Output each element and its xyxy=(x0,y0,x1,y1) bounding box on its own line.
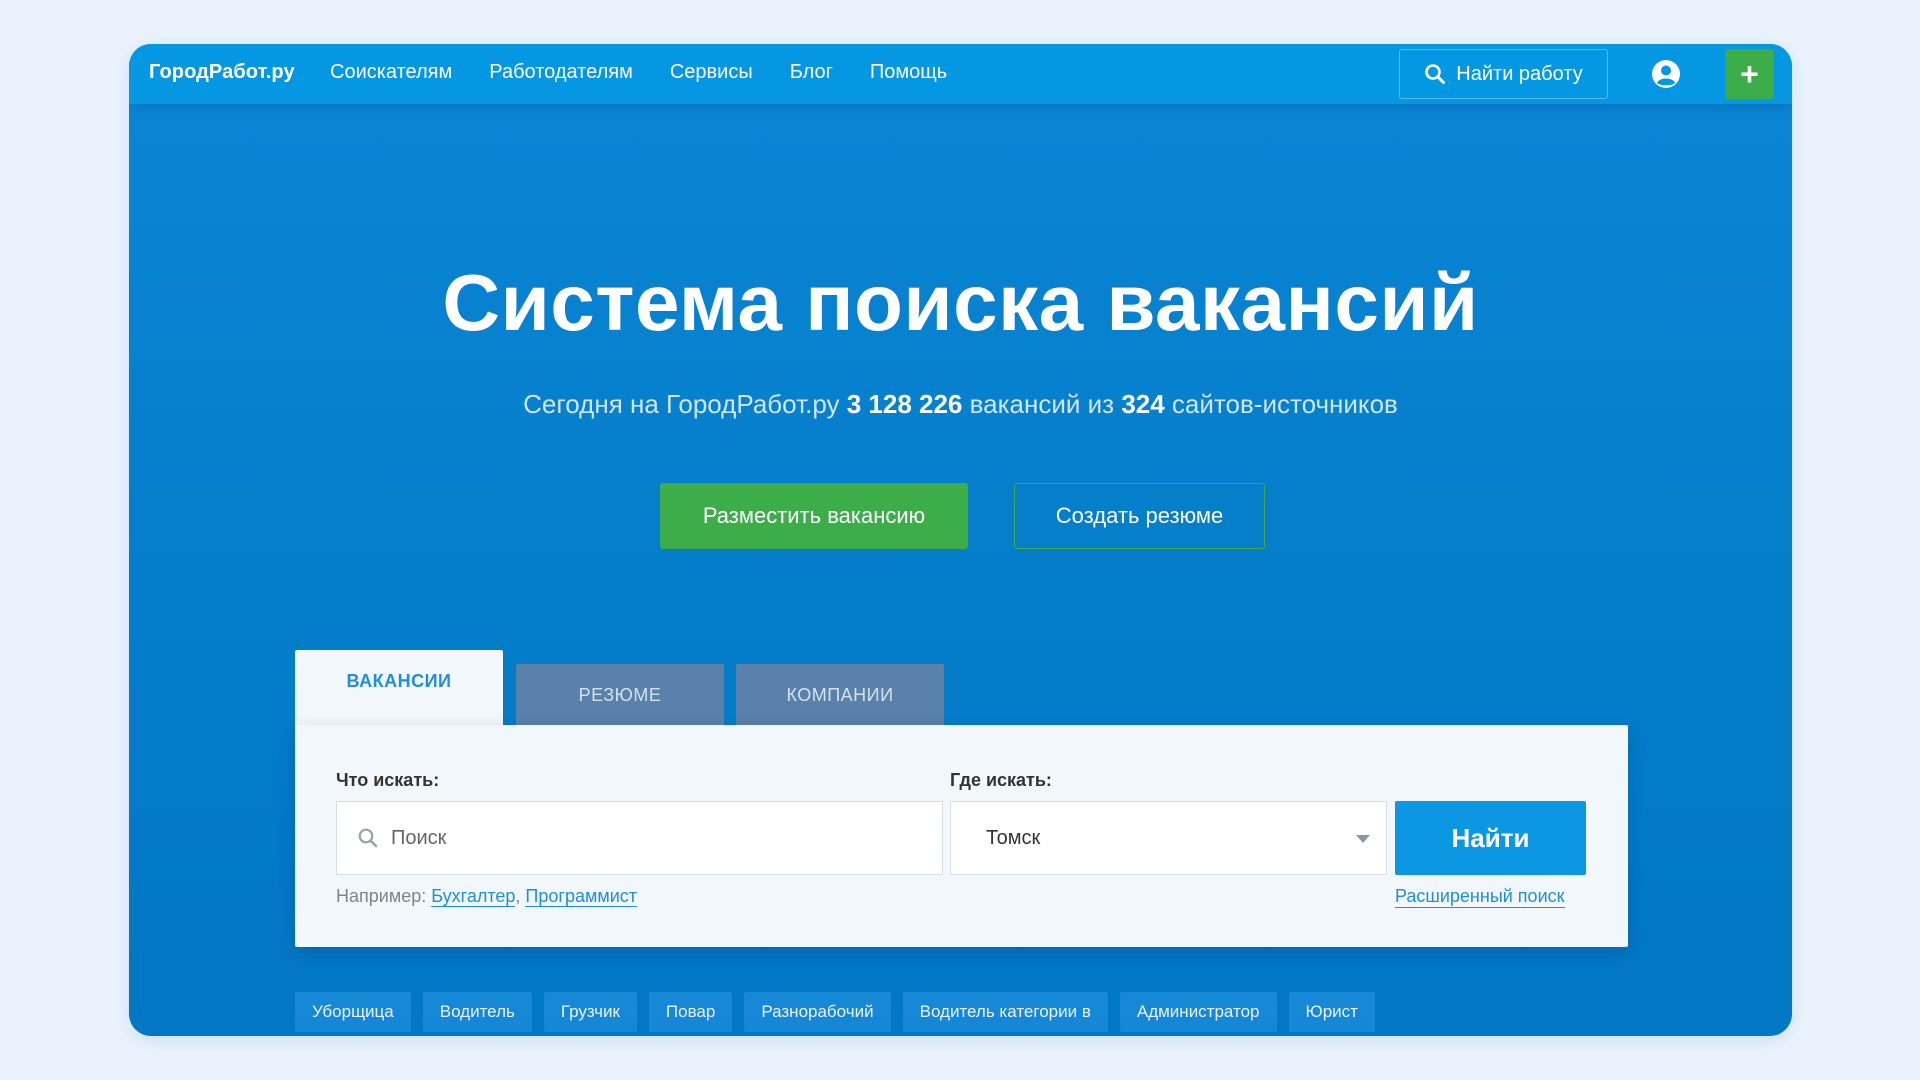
tag-chip[interactable]: Повар xyxy=(648,992,733,1032)
add-button[interactable]: + xyxy=(1725,49,1774,99)
what-label: Что искать: xyxy=(336,770,440,790)
main-nav: Соискателям Работодателям Сервисы Блог П… xyxy=(330,61,984,84)
tab-vacancies[interactable]: ВАКАНСИИ xyxy=(295,650,503,726)
nav-link-services[interactable]: Сервисы xyxy=(670,61,753,84)
tag-chip[interactable]: Грузчик xyxy=(543,992,637,1032)
subtitle-prefix: Сегодня на ГородРабот.ру xyxy=(523,389,847,419)
search-icon xyxy=(358,828,378,848)
plus-icon: + xyxy=(1740,56,1759,92)
subtitle-middle: вакансий из xyxy=(962,389,1122,419)
examples-separator: , xyxy=(515,886,526,906)
find-button[interactable]: Найти xyxy=(1395,801,1586,875)
browser-page: ГородРабот.ру Соискателям Работодателям … xyxy=(129,44,1792,1036)
where-label: Где искать: xyxy=(950,770,1052,790)
site-logo[interactable]: ГородРабот.ру xyxy=(149,61,295,84)
find-job-label: Найти работу xyxy=(1456,62,1583,85)
tab-companies[interactable]: КОМПАНИИ xyxy=(736,664,944,726)
subtitle-suffix: сайтов-источников xyxy=(1164,389,1398,419)
top-navbar: ГородРабот.ру Соискателям Работодателям … xyxy=(129,44,1792,104)
chevron-down-icon xyxy=(1356,835,1370,843)
tag-chip[interactable]: Водитель категории в xyxy=(902,992,1108,1032)
example-link-programmer[interactable]: Программист xyxy=(525,886,638,907)
nav-link-employers[interactable]: Работодателям xyxy=(489,61,633,84)
advanced-search-link[interactable]: Расширенный поиск xyxy=(1395,886,1565,908)
search-panel: Что искать: Где искать: Томск Найти Напр… xyxy=(295,725,1628,947)
nav-link-help[interactable]: Помощь xyxy=(870,61,947,84)
nav-link-blog[interactable]: Блог xyxy=(790,61,833,84)
location-value: Томск xyxy=(986,826,1041,849)
tag-chip[interactable]: Юрист xyxy=(1288,992,1375,1032)
tag-chip[interactable]: Уборщица xyxy=(295,992,411,1032)
example-link-accountant[interactable]: Бухгалтер xyxy=(431,886,516,907)
tag-chip[interactable]: Разнорабочий xyxy=(744,992,891,1032)
tag-chip[interactable]: Администратор xyxy=(1119,992,1277,1032)
search-input[interactable] xyxy=(391,826,931,850)
source-count: 324 xyxy=(1121,389,1165,419)
location-select[interactable]: Томск xyxy=(950,801,1387,875)
search-icon xyxy=(1425,64,1446,84)
tag-chip[interactable]: Водитель xyxy=(422,992,532,1032)
create-resume-button[interactable]: Создать резюме xyxy=(1014,483,1265,549)
popular-queries: Уборщица Водитель Грузчик Повар Разнораб… xyxy=(295,992,1375,1032)
hero-title: Система поиска вакансий xyxy=(442,258,1479,347)
find-job-button[interactable]: Найти работу xyxy=(1399,49,1608,99)
user-circle-icon[interactable] xyxy=(1651,59,1681,89)
post-vacancy-button[interactable]: Разместить вакансию xyxy=(660,483,968,549)
tab-resumes[interactable]: РЕЗЮМЕ xyxy=(516,664,724,726)
examples-prefix: Например: xyxy=(336,886,432,906)
query-field[interactable] xyxy=(336,801,943,875)
search-examples: Например: Бухгалтер, Программист xyxy=(336,886,638,907)
nav-link-seekers[interactable]: Соискателям xyxy=(330,61,452,84)
hero-subtitle: Сегодня на ГородРабот.ру 3 128 226 вакан… xyxy=(129,389,1792,420)
vacancy-count: 3 128 226 xyxy=(846,389,963,419)
